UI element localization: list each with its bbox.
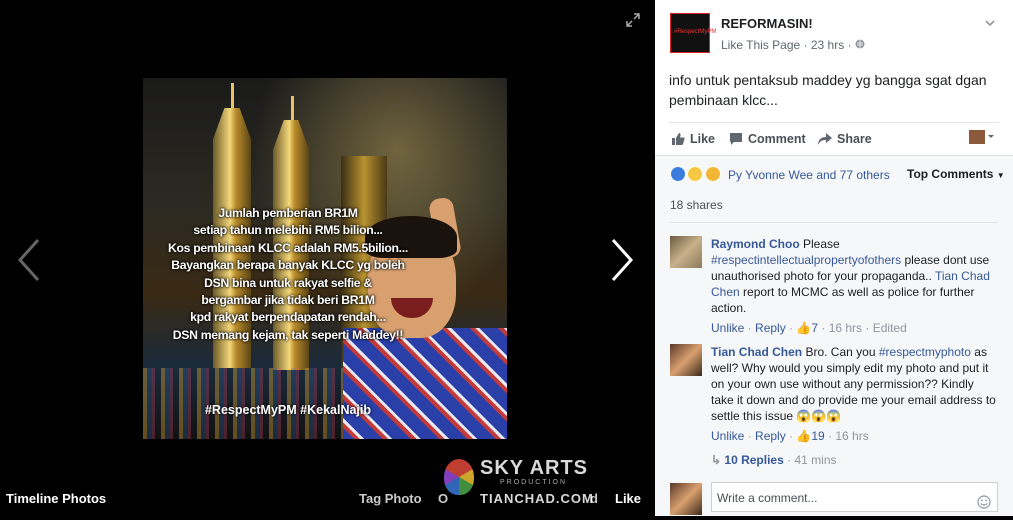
reply-arrow-icon: ↳ bbox=[711, 453, 722, 467]
share-label: Share bbox=[837, 132, 872, 146]
comment-body: Raymond Choo Please #respectintellectual… bbox=[711, 236, 999, 336]
next-photo-arrow-icon[interactable] bbox=[609, 238, 635, 282]
photo-overlay-text: Jumlah pemberian BR1M setiap tahun meleb… bbox=[143, 205, 433, 344]
overlay-line: Jumlah pemberian BR1M bbox=[218, 206, 358, 220]
like-reaction-icon bbox=[670, 166, 686, 182]
thumbs-up-icon bbox=[672, 133, 685, 145]
comment-text: Bro. Can you bbox=[805, 345, 876, 359]
reply-link[interactable]: Reply bbox=[755, 321, 786, 335]
post-as-selector[interactable] bbox=[969, 129, 1000, 145]
tower-spire bbox=[291, 96, 294, 124]
reactions-summary[interactable]: Py Yvonne Wee and 77 others bbox=[670, 166, 890, 182]
post-sidebar: #RespectMyPM REFORMASIN! Like This Page … bbox=[655, 0, 1013, 516]
overlay-line: setiap tahun melebihi RM5 bilion... bbox=[193, 223, 383, 238]
reactions-text: Py Yvonne Wee and 77 others bbox=[728, 168, 890, 182]
photo-overlay-hashtags: #RespectMyPM #KekalNajib bbox=[204, 403, 372, 417]
comment-text: report to MCMC as well as police for fur… bbox=[711, 285, 975, 315]
post-text: info untuk pentaksub maddey yg bangga sg… bbox=[669, 72, 987, 108]
overlay-line: DSN memang kejam, tak seperti Maddey!! bbox=[172, 327, 404, 342]
avatar-caption: #RespectMyPM bbox=[674, 29, 717, 35]
chevron-down-icon[interactable] bbox=[983, 16, 997, 30]
comment-like-count[interactable]: 7 bbox=[811, 321, 818, 335]
globe-icon bbox=[855, 38, 865, 52]
comment-body: Tian Chad Chen Bro. Can you #respectmyph… bbox=[711, 344, 999, 444]
comments-section: Py Yvonne Wee and 77 others Top Comments… bbox=[655, 155, 1013, 516]
comment-text: Please bbox=[803, 237, 840, 251]
thumbs-up-icon: 👍 bbox=[796, 429, 812, 443]
post-meta: Like This Page · 23 hrs · bbox=[721, 38, 865, 52]
like-button[interactable]: Like bbox=[671, 132, 715, 146]
smiley-icon[interactable] bbox=[977, 490, 991, 509]
like-photo-button[interactable]: Like bbox=[615, 491, 641, 506]
comment-input[interactable]: Write a comment... bbox=[711, 482, 998, 512]
edited-label[interactable]: Edited bbox=[873, 321, 907, 335]
balloon-icon bbox=[444, 459, 474, 495]
overlay-line: DSN bina untuk rakyat selfie & bbox=[204, 275, 372, 290]
commenter-name[interactable]: Tian Chad Chen bbox=[711, 345, 802, 359]
album-link[interactable]: Timeline Photos bbox=[6, 491, 106, 506]
page-avatar[interactable]: #RespectMyPM bbox=[670, 13, 717, 53]
caret-down-icon: ▼ bbox=[996, 171, 1005, 180]
profile-avatar-icon bbox=[969, 130, 994, 144]
share-icon bbox=[818, 133, 832, 145]
watermark-logo: SKY ARTS PRODUCTION TIANCHAD.COM bbox=[440, 455, 600, 510]
commenter-avatar[interactable] bbox=[670, 344, 702, 376]
comment-time[interactable]: 16 hrs bbox=[829, 321, 862, 335]
comment-hashtag[interactable]: #respectmyphoto bbox=[879, 345, 971, 359]
post-photo[interactable]: Jumlah pemberian BR1M setiap tahun meleb… bbox=[143, 78, 507, 439]
comment-meta: Unlike · Reply · 👍19 · 16 hrs bbox=[711, 429, 869, 443]
unlike-link[interactable]: Unlike bbox=[711, 321, 744, 335]
current-user-avatar bbox=[670, 483, 702, 515]
comment-meta: Unlike · Reply · 👍7 · 16 hrs · Edited bbox=[711, 321, 907, 335]
thumbs-up-icon: 👍 bbox=[796, 321, 812, 335]
replies-count: 10 Replies bbox=[724, 453, 784, 467]
person-shirt bbox=[343, 328, 507, 439]
watermark-title: SKY ARTS bbox=[480, 457, 589, 479]
like-page-link[interactable]: Like This Page bbox=[721, 38, 800, 52]
post-time[interactable]: 23 hrs bbox=[811, 38, 844, 52]
replies-time: 41 mins bbox=[794, 453, 837, 467]
comment-like-count[interactable]: 19 bbox=[811, 429, 824, 443]
reply-link[interactable]: Reply bbox=[755, 429, 786, 443]
overlay-line: kpd rakyat berpendapatan rendah... bbox=[190, 310, 386, 325]
comment-label: Comment bbox=[748, 132, 806, 146]
haha-reaction-icon bbox=[687, 166, 704, 182]
comment-button[interactable]: Comment bbox=[729, 132, 806, 146]
sort-label: Top Comments bbox=[907, 167, 994, 181]
previous-photo-arrow-icon[interactable] bbox=[16, 238, 42, 282]
overlay-line: bergambar jika tidak beri BR1M bbox=[201, 293, 375, 308]
watermark-site: TIANCHAD.COM bbox=[480, 491, 594, 506]
comment-time[interactable]: 16 hrs bbox=[835, 429, 868, 443]
post-header: #RespectMyPM REFORMASIN! Like This Page … bbox=[655, 0, 1013, 155]
commenter-avatar[interactable] bbox=[670, 236, 702, 268]
overlay-line: Kos pembinaan KLCC adalah RM5.5bilion... bbox=[168, 240, 408, 255]
write-comment-row: Write a comment... bbox=[670, 481, 1000, 515]
comment-placeholder: Write a comment... bbox=[717, 491, 818, 505]
overlay-line: Bayangkan berapa banyak KLCC yg boleh bbox=[171, 258, 405, 273]
commenter-name[interactable]: Raymond Choo bbox=[711, 237, 800, 251]
unlike-link[interactable]: Unlike bbox=[711, 429, 744, 443]
wow-reaction-icon bbox=[704, 166, 721, 182]
like-label: Like bbox=[690, 132, 716, 146]
comment-icon bbox=[730, 133, 742, 145]
expand-icon[interactable] bbox=[625, 12, 641, 28]
tag-photo-button[interactable]: Tag Photo bbox=[359, 491, 422, 506]
post-actions: Like Comment Share bbox=[669, 122, 999, 155]
shares-count[interactable]: 18 shares bbox=[670, 198, 998, 223]
share-button[interactable]: Share bbox=[818, 132, 872, 146]
comment-sort-dropdown[interactable]: Top Comments ▼ bbox=[907, 167, 1005, 181]
comment-hashtag[interactable]: #respectintellectualpropertyofothers bbox=[711, 253, 901, 267]
photo-viewer: Jumlah pemberian BR1M setiap tahun meleb… bbox=[0, 0, 655, 515]
view-replies-link[interactable]: ↳ 10 Replies · 41 mins bbox=[711, 453, 837, 467]
page-name-link[interactable]: REFORMASIN! bbox=[721, 16, 813, 31]
watermark-sub: PRODUCTION bbox=[500, 479, 568, 486]
